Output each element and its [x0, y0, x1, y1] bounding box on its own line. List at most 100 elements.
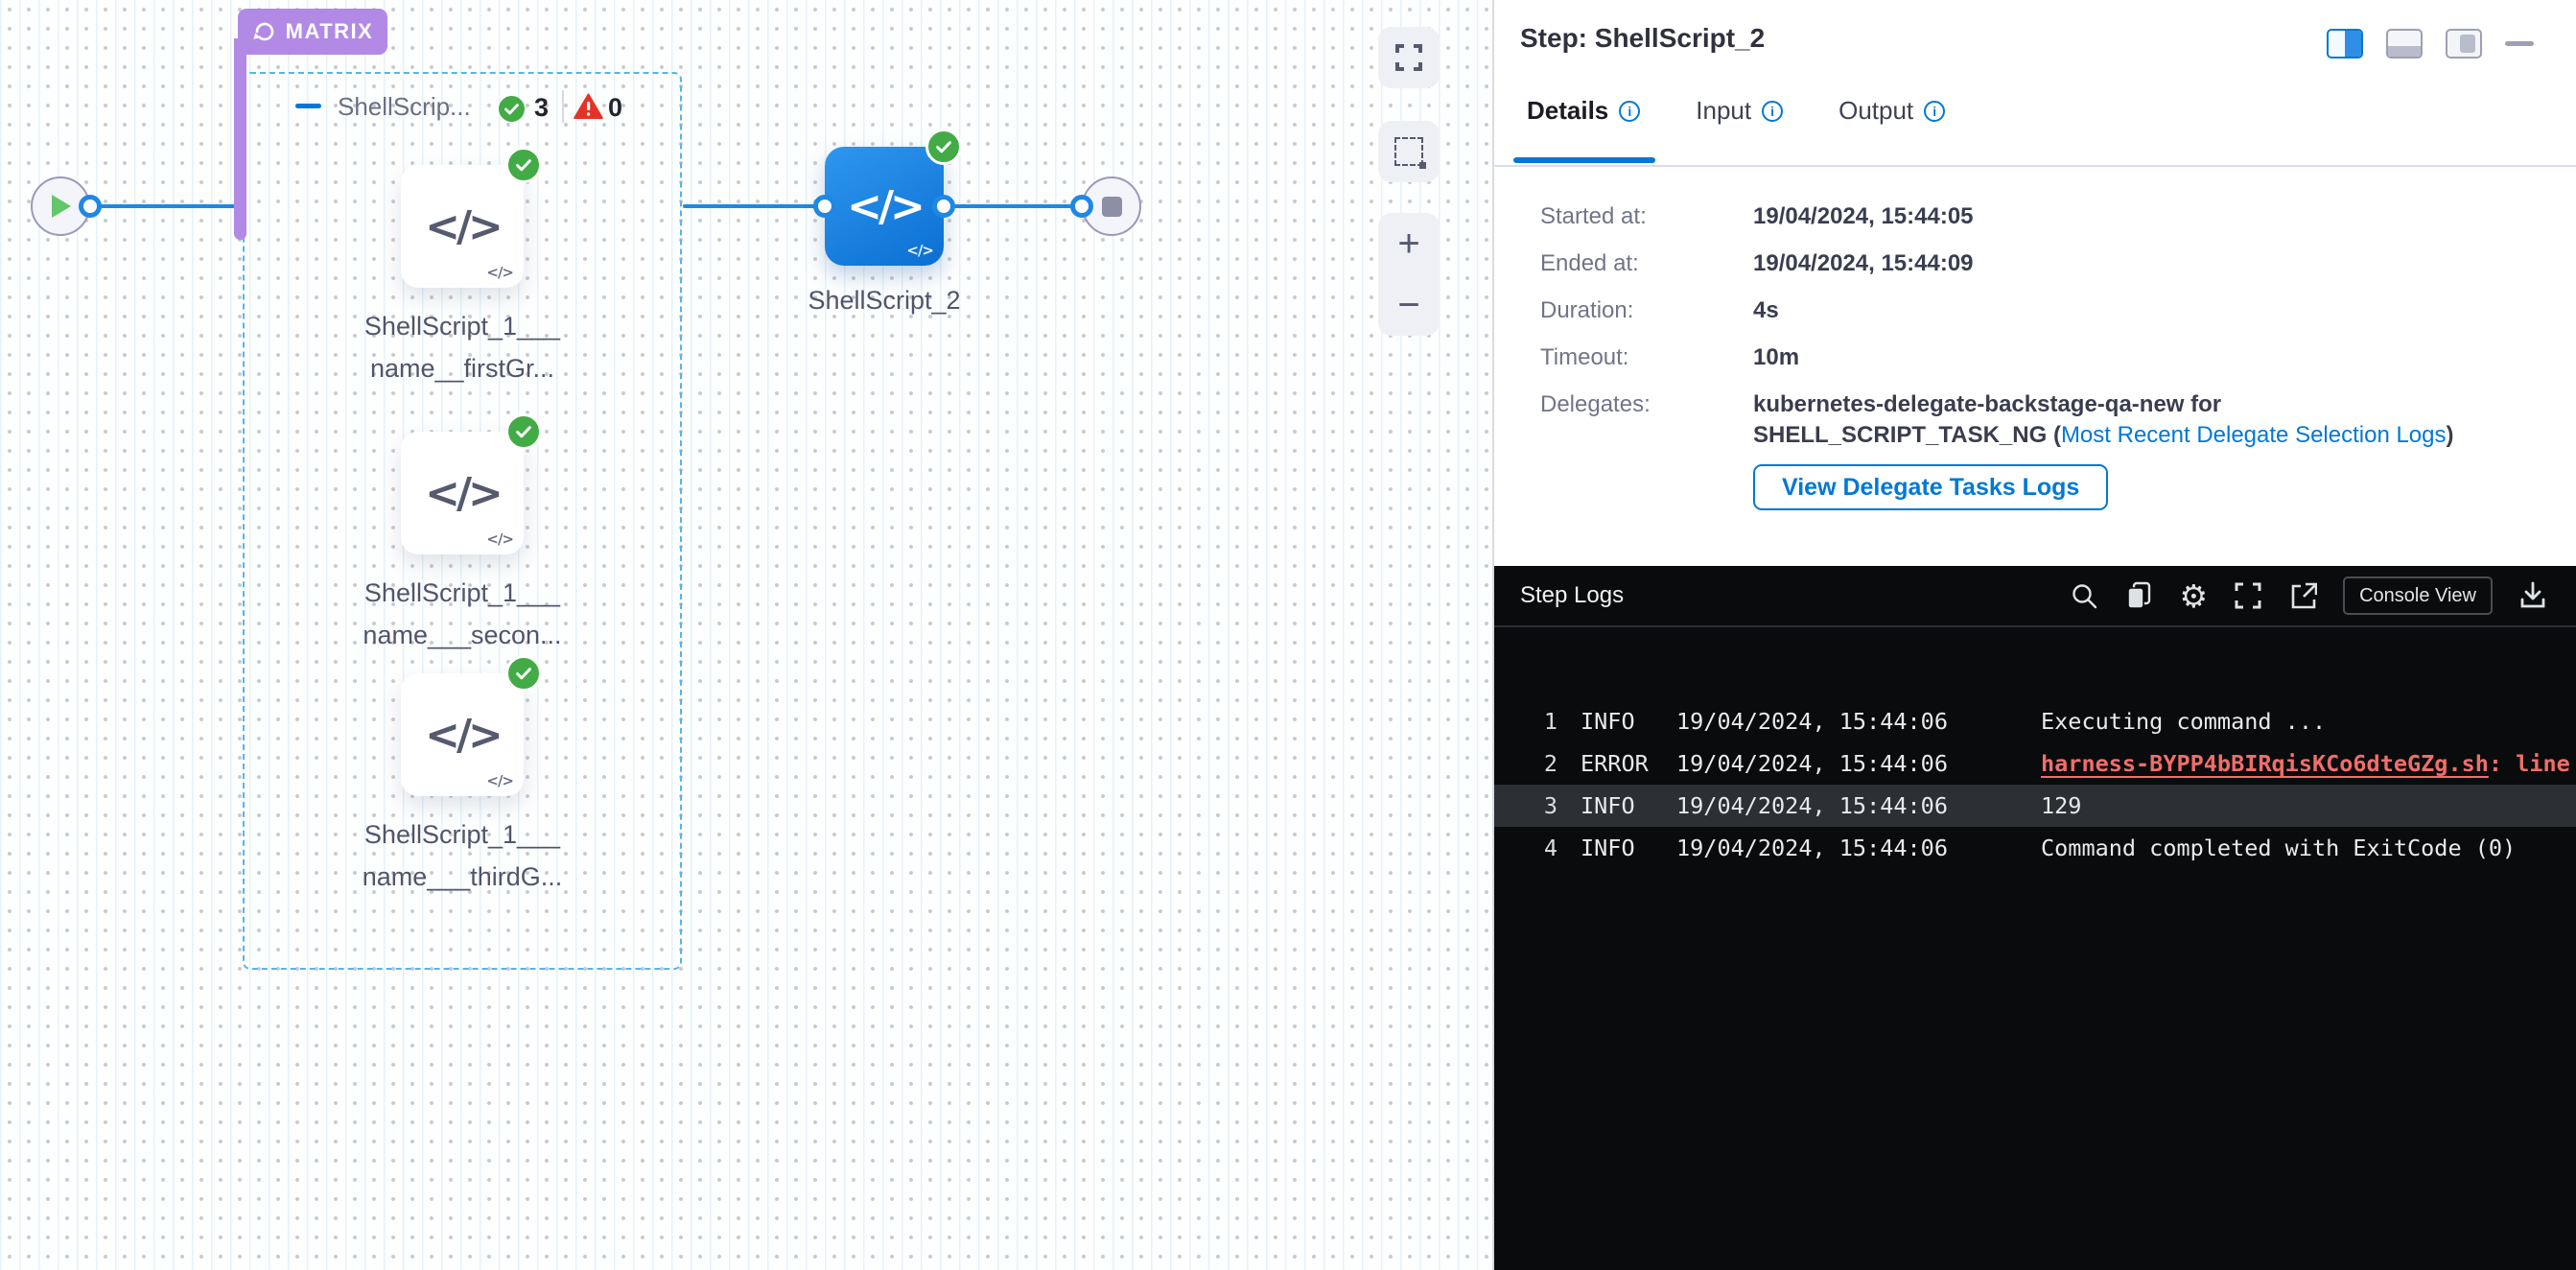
tab-output-label: Output [1838, 96, 1913, 126]
log-timestamp: 19/04/2024, 15:44:06 [1676, 835, 2041, 861]
node-label-shellscript-2: ShellScript_2 [750, 286, 1019, 316]
success-badge [505, 147, 542, 183]
minimize-panel-button[interactable] [2505, 41, 2534, 46]
detail-row: Started at: 19/04/2024, 15:44:05 [1540, 203, 2541, 230]
external-link-icon [2288, 581, 2317, 610]
zoom-in-button[interactable]: + [1397, 224, 1419, 263]
canvas-fullscreen-button[interactable] [1378, 27, 1440, 88]
details-section: Started at: 19/04/2024, 15:44:05 Ended a… [1540, 203, 2541, 530]
info-icon[interactable]: i [1924, 101, 1945, 122]
delegate-name: kubernetes-delegate-backstage-qa-new for [1753, 391, 2454, 418]
log-message: 129 [2041, 792, 2081, 819]
detail-value: 10m [1753, 344, 1799, 371]
log-line-number: 2 [1494, 750, 1557, 777]
success-badge [925, 129, 962, 165]
search-icon [2070, 581, 2098, 610]
end-node-in-port [1070, 195, 1093, 218]
layout-split-right-button[interactable] [2327, 29, 2363, 59]
log-line[interactable]: 3 INFO 19/04/2024, 15:44:06 129 [1494, 785, 2576, 827]
console-view-button[interactable]: Console View [2343, 576, 2493, 615]
matrix-strip [234, 38, 246, 240]
matrix-badge[interactable]: MATRIX [238, 9, 387, 55]
detail-row: Ended at: 19/04/2024, 15:44:09 [1540, 250, 2541, 277]
marquee-select-icon [1394, 137, 1423, 166]
log-message-error-file[interactable]: harness-BYPP4bBIRqisKCo6dteGZg.sh [2041, 750, 2489, 777]
detail-label: Duration: [1540, 297, 1753, 324]
log-message: Executing command ... [2041, 708, 2326, 735]
log-search-button[interactable] [2070, 581, 2098, 610]
log-level: INFO [1581, 835, 1657, 861]
step-out-port [932, 195, 955, 218]
active-tab-underline [1513, 157, 1655, 163]
step-in-port [813, 195, 836, 218]
panel-layout-controls [2327, 29, 2534, 59]
download-icon [2518, 581, 2547, 610]
log-level: INFO [1581, 708, 1657, 735]
view-delegate-tasks-logs-button[interactable]: View Delegate Tasks Logs [1753, 464, 2108, 510]
copy-icon [2124, 580, 2153, 611]
gear-icon: ⚙ [2179, 580, 2208, 612]
info-icon[interactable]: i [1762, 101, 1783, 122]
detail-row: Timeout: 10m [1540, 344, 2541, 371]
log-level: INFO [1581, 792, 1657, 819]
detail-label: Started at: [1540, 203, 1753, 230]
tab-details-label: Details [1527, 96, 1608, 126]
step-logs-console: Step Logs ⚙ [1494, 566, 2576, 1270]
detail-value: 19/04/2024, 15:44:09 [1753, 250, 1974, 277]
log-message: Command completed with ExitCode (0) [2041, 835, 2516, 861]
loop-icon [252, 20, 277, 43]
detail-row: Duration: 4s [1540, 297, 2541, 324]
matrix-badge-label: MATRIX [286, 19, 374, 44]
log-line[interactable]: 4 INFO 19/04/2024, 15:44:06 Command comp… [1494, 827, 2576, 869]
log-body: 1 INFO 19/04/2024, 15:44:06 Executing co… [1494, 700, 2576, 869]
layout-bottom-button[interactable] [2386, 29, 2423, 59]
pipeline-execution-view: MATRIX ShellScrip... 3 0 </> </> ShellSc… [0, 0, 2576, 1270]
delegate-selection-logs-link[interactable]: Most Recent Delegate Selection Logs [2061, 422, 2447, 448]
detail-value: 19/04/2024, 15:44:05 [1753, 203, 1974, 230]
log-toolbar: Step Logs ⚙ [1494, 566, 2576, 627]
log-timestamp: 19/04/2024, 15:44:06 [1676, 792, 2041, 819]
zoom-out-button[interactable]: − [1397, 286, 1419, 324]
success-badge [505, 655, 542, 692]
log-line-number: 4 [1494, 835, 1557, 861]
tab-output[interactable]: Output i [1838, 96, 1945, 126]
matrix-group-box[interactable] [243, 72, 682, 970]
delegate-task-type-close: ) [2447, 422, 2454, 448]
log-line[interactable]: 2 ERROR 19/04/2024, 15:44:06 harness-BYP… [1494, 742, 2576, 785]
log-copy-button[interactable] [2124, 580, 2153, 611]
tab-input-label: Input [1696, 96, 1751, 126]
shell-script-icon: </> [847, 182, 922, 231]
log-line-number: 3 [1494, 792, 1557, 819]
detail-label: Delegates: [1540, 391, 1753, 510]
detail-label: Timeout: [1540, 344, 1753, 371]
tab-details[interactable]: Details i [1527, 96, 1640, 126]
log-message-error-rest: : line [2489, 750, 2570, 777]
canvas-marquee-select-button[interactable] [1378, 121, 1440, 182]
canvas-zoom-control: + − [1378, 213, 1440, 336]
log-line-number: 1 [1494, 708, 1557, 735]
edge-matrix-to-step [683, 204, 827, 208]
log-level: ERROR [1581, 750, 1657, 777]
info-icon[interactable]: i [1619, 101, 1640, 122]
detail-value: 4s [1753, 297, 1779, 324]
log-open-new-tab-button[interactable] [2288, 581, 2317, 610]
node-shellscript-2[interactable]: </> </> [825, 147, 944, 266]
pipeline-canvas[interactable]: MATRIX ShellScrip... 3 0 </> </> ShellSc… [0, 0, 1492, 1270]
detail-tabs: Details i Input i Output i [1527, 96, 1945, 126]
log-download-button[interactable] [2518, 581, 2547, 610]
fullscreen-icon [1394, 43, 1423, 72]
layout-floating-button[interactable] [2446, 29, 2482, 59]
stop-icon [1102, 197, 1122, 217]
log-line[interactable]: 1 INFO 19/04/2024, 15:44:06 Executing co… [1494, 700, 2576, 742]
edge-step-to-end [942, 204, 1084, 208]
log-fullscreen-button[interactable] [2234, 581, 2262, 610]
start-node-out-port [79, 195, 102, 218]
delegates-row: Delegates: kubernetes-delegate-backstage… [1540, 391, 2541, 510]
tab-input[interactable]: Input i [1696, 96, 1783, 126]
tabs-divider [1494, 165, 2576, 167]
log-timestamp: 19/04/2024, 15:44:06 [1676, 750, 2041, 777]
step-details-panel: Step: ShellScript_2 Details i Input i Ou… [1492, 0, 2576, 1270]
shell-script-type-icon: </> [906, 242, 933, 259]
log-settings-button[interactable]: ⚙ [2179, 580, 2208, 612]
success-badge [505, 413, 542, 450]
